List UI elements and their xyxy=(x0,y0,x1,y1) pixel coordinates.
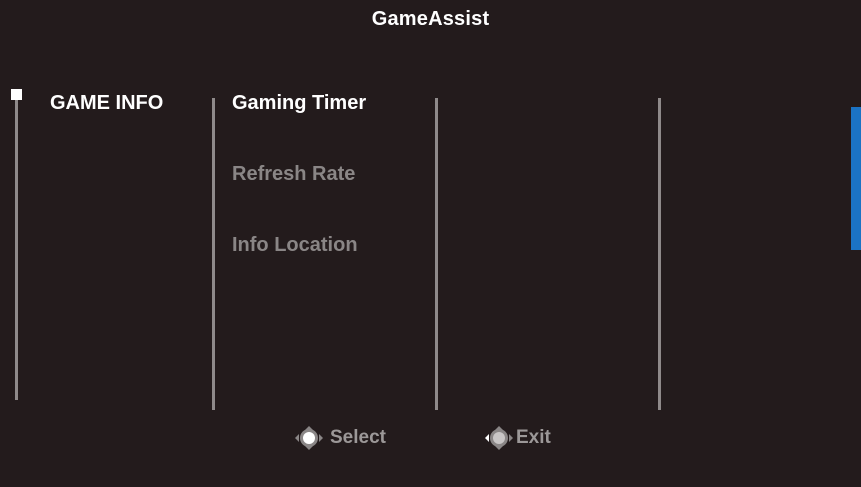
submenu-item-gaming-timer[interactable]: Gaming Timer xyxy=(232,92,366,115)
menu-item-game-info[interactable]: GAME INFO xyxy=(50,92,163,115)
submenu-item-refresh-rate[interactable]: Refresh Rate xyxy=(232,163,355,186)
column-divider-1 xyxy=(212,98,215,410)
footer-exit-hint: Exit xyxy=(484,425,551,451)
footer-select-hint: Select xyxy=(294,425,386,451)
joystick-left-icon xyxy=(485,426,513,450)
exit-label: Exit xyxy=(516,427,551,448)
column-divider-2 xyxy=(435,98,438,410)
scroll-thumb[interactable] xyxy=(11,89,22,100)
joystick-press-icon xyxy=(295,426,323,450)
select-label: Select xyxy=(330,427,386,448)
column-divider-3 xyxy=(658,98,661,410)
scroll-rail[interactable] xyxy=(15,98,18,400)
scroll-indicator xyxy=(851,107,861,250)
submenu-item-info-location[interactable]: Info Location xyxy=(232,234,358,257)
menu-title: GameAssist xyxy=(371,8,490,30)
osd-menu: GameAssist GAME INFO Gaming Timer Refres… xyxy=(0,0,861,487)
